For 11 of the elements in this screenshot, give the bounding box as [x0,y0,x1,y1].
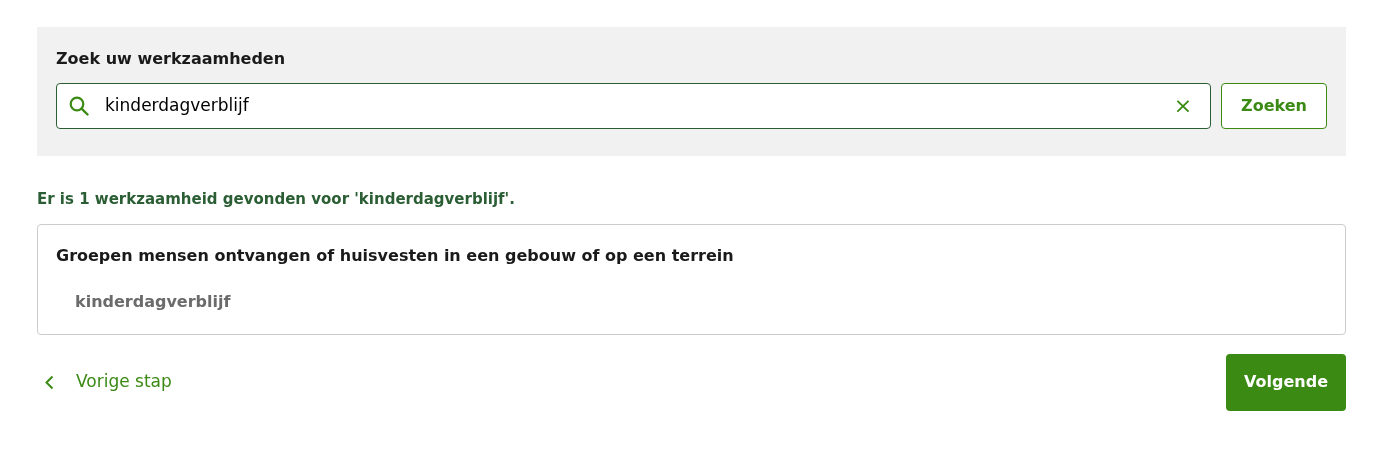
next-button[interactable]: Volgende [1226,353,1346,411]
field-label: Zoek uw werkzaamheden [56,48,287,70]
back-link[interactable]: Vorige stap [45,369,172,395]
search-field[interactable]: kinderdagverblijf × [56,83,1212,129]
search-icon [69,96,89,116]
search-button[interactable]: Zoeken [1221,83,1327,129]
chevron-left-icon [45,374,54,390]
result-item[interactable]: kinderdagverblijf [75,289,231,314]
result-message: Er is 1 werkzaamheid gevonden voor 'kinderdagverblijf'. [37,189,516,210]
result-group-title: Groepen mensen ontvangen of huisvesten in een gebouw of op een terrein [56,244,735,267]
clear-button[interactable]: × [1167,95,1199,117]
